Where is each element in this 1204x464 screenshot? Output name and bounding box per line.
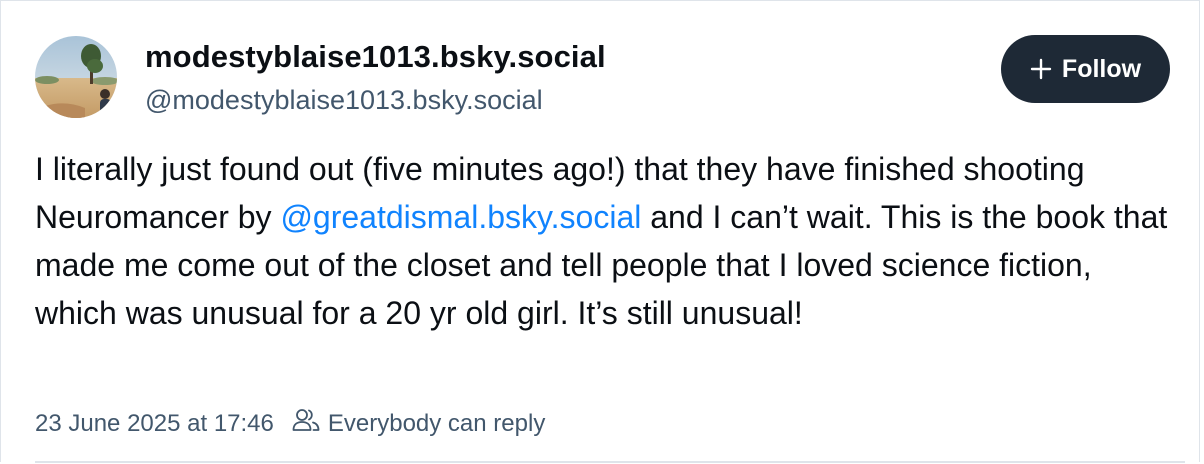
avatar[interactable] (35, 36, 117, 118)
post-card: modestyblaise1013.bsky.social @modestybl… (0, 0, 1200, 463)
people-icon (292, 407, 320, 440)
post-timestamp[interactable]: 23 June 2025 at 17:46 (35, 410, 274, 438)
reply-setting: Everybody can reply (292, 407, 545, 440)
follow-button[interactable]: Follow (1001, 35, 1170, 103)
reply-setting-label: Everybody can reply (327, 409, 546, 437)
follow-button-label: Follow (1061, 54, 1142, 83)
divider (35, 461, 1185, 463)
plus-icon (1030, 58, 1052, 80)
post-text: I literally just found out (five minutes… (35, 145, 1175, 337)
post-meta: 23 June 2025 at 17:46 Everybody can repl… (35, 407, 545, 440)
mention-link[interactable]: @greatdismal.bsky.social (280, 199, 641, 235)
avatar-photo (35, 36, 117, 118)
author-handle[interactable]: @modestyblaise1013.bsky.social (145, 85, 543, 116)
author-display-name[interactable]: modestyblaise1013.bsky.social (145, 39, 606, 75)
